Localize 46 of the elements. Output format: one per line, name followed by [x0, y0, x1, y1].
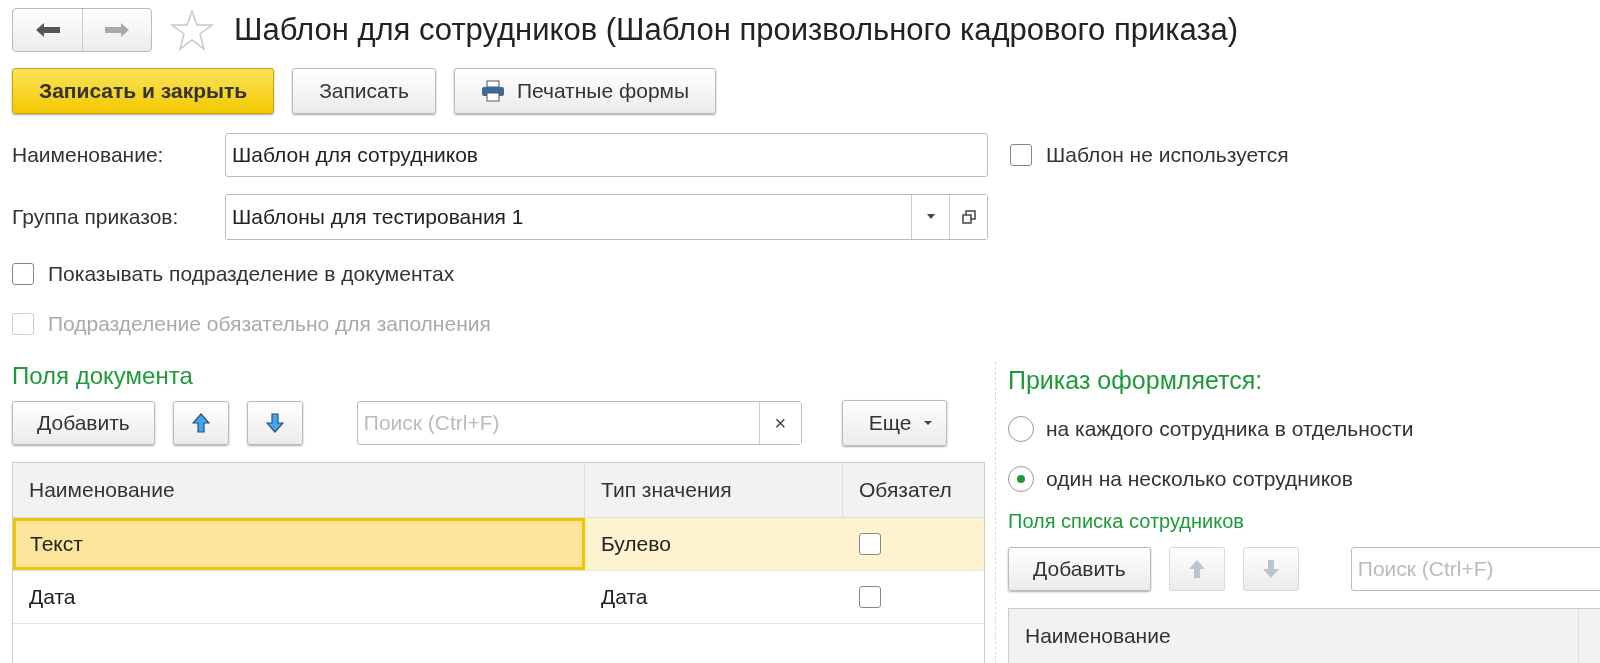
name-input-field[interactable]: Шаблон для сотрудников [225, 133, 988, 177]
down-arrow-icon [265, 413, 284, 433]
table-cell-text: Дата [28, 584, 77, 610]
table-cell: Текст [13, 518, 585, 570]
window-title: Шаблон для сотрудников (Шаблон произвольного кадрового приказа) [234, 12, 1239, 48]
field-label: Наименование: [12, 143, 165, 167]
caret-icon [923, 420, 932, 426]
field-label: Группа приказов: [12, 205, 180, 229]
up-arrow-icon [191, 413, 210, 433]
column-header[interactable]: Обязател [843, 463, 984, 517]
clear-button[interactable]: × [758, 402, 801, 444]
add-button[interactable]: Добавить [12, 401, 155, 445]
checkbox[interactable] [1010, 144, 1032, 166]
move-up-button[interactable] [172, 401, 229, 445]
radio-button[interactable] [1008, 466, 1034, 492]
save-and-close-button[interactable]: Записать и закрыть [12, 68, 275, 114]
star-icon[interactable] [170, 9, 214, 51]
checkbox[interactable] [859, 586, 881, 608]
search-field[interactable]: Поиск (Ctrl+F) × [356, 401, 802, 445]
down-arrow-icon [1261, 559, 1280, 579]
table-row[interactable]: Дата Дата [13, 571, 984, 624]
column-header[interactable]: Наименование [13, 463, 585, 517]
section-title: Поля документа [12, 362, 194, 391]
table-cell-text: Дата [600, 584, 649, 610]
table-cell-text: Булево [600, 531, 672, 557]
column-header[interactable]: Тип значения [585, 463, 843, 517]
checkbox-label: Показывать подразделение в документах [48, 262, 455, 286]
radio-button[interactable] [1008, 416, 1034, 442]
move-down-button[interactable] [246, 401, 303, 445]
save-button[interactable]: Записать [292, 68, 436, 114]
up-arrow-icon [1187, 559, 1206, 579]
section-title: Приказ оформляется: [1008, 366, 1264, 396]
table-row[interactable]: Текст Булево [13, 518, 984, 571]
left-arrow-icon [34, 22, 61, 38]
section-title: Поля списка сотрудников [1008, 510, 1245, 534]
printer-icon [480, 80, 505, 102]
checkbox[interactable] [859, 533, 881, 555]
add-button[interactable]: Добавить [1008, 547, 1151, 591]
right-arrow-icon [104, 22, 130, 38]
radio-label: один на несколько сотрудников [1046, 467, 1353, 491]
radio-label: на каждого сотрудника в отдельности [1046, 417, 1414, 441]
more-button[interactable]: Еще [841, 400, 947, 446]
print-forms-button[interactable]: Печатные формы [453, 68, 717, 114]
checkbox-label: Шаблон не используется [1046, 143, 1289, 167]
checkbox[interactable] [12, 263, 34, 285]
checkbox-label: Подразделение обязательно для заполнения [48, 312, 491, 336]
